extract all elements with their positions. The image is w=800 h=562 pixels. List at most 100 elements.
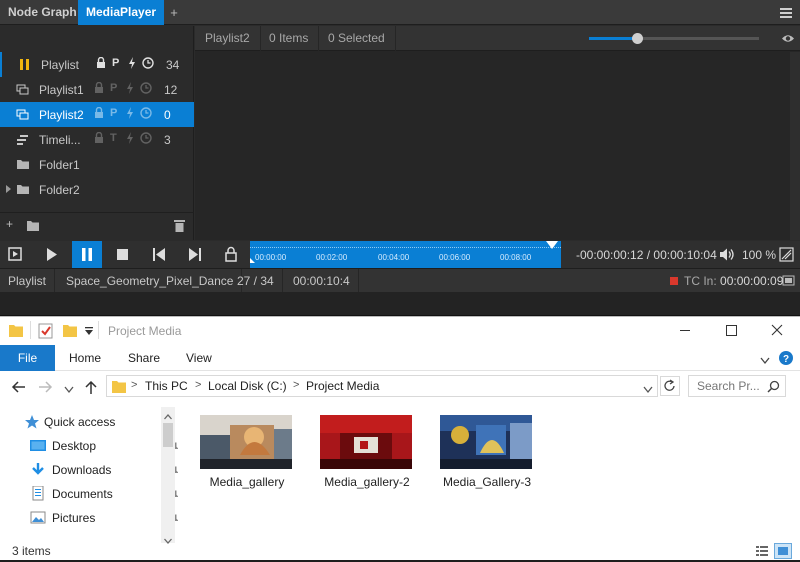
new-folder-icon[interactable] — [26, 220, 40, 235]
lock-icon[interactable] — [94, 106, 104, 122]
zoom-slider[interactable] — [589, 33, 759, 44]
tc-in-label: TC In: — [684, 274, 717, 288]
nav-scroll-thumb[interactable] — [163, 423, 173, 447]
up-arrow-icon[interactable] — [84, 379, 98, 398]
settings-icon[interactable] — [782, 274, 795, 290]
menu-icon[interactable] — [780, 8, 792, 18]
forward-arrow-icon[interactable] — [38, 380, 54, 397]
tab-file[interactable]: File — [0, 345, 55, 371]
download-icon — [30, 462, 46, 477]
scroll-down-icon[interactable] — [164, 533, 172, 547]
new-folder-icon[interactable] — [62, 323, 78, 341]
volume-level[interactable]: 100 % — [742, 248, 776, 262]
details-view-icon[interactable] — [754, 543, 770, 562]
expand-ribbon-icon[interactable] — [760, 354, 770, 368]
refresh-icon[interactable] — [660, 376, 680, 396]
back-arrow-icon[interactable] — [10, 380, 26, 397]
tab-view[interactable]: View — [186, 345, 212, 371]
file-item[interactable]: Media_gallery-2 — [310, 411, 430, 501]
t-flag[interactable]: T — [110, 132, 117, 144]
in-point-marker[interactable] — [250, 258, 255, 263]
fullscreen-icon[interactable] — [779, 247, 794, 265]
timeline-mark: 00:08:00 — [500, 253, 532, 262]
navigation-pane: Quick access Desktop Downloads Documents… — [0, 407, 179, 544]
playlist-flags: P — [94, 81, 156, 97]
search-input[interactable]: Search Pr... — [688, 375, 786, 397]
maximize-button[interactable] — [708, 317, 754, 344]
next-button[interactable] — [180, 241, 210, 268]
playlist-name: Playlist2 — [195, 26, 261, 51]
sidebar-item-playlist1[interactable]: Playlist1 P 12 — [0, 77, 194, 102]
timeline-mark: 00:06:00 — [439, 253, 471, 262]
documents-icon — [30, 485, 46, 501]
sidebar-item-timeline[interactable]: Timeli... T 3 — [0, 127, 194, 152]
bolt-icon[interactable] — [126, 82, 134, 97]
file-item[interactable]: Media_Gallery-3 — [430, 411, 550, 501]
breadcrumb-this-pc[interactable]: This PC — [145, 379, 188, 393]
quick-access-toolbar-dropdown-icon[interactable] — [84, 325, 94, 339]
search-icon[interactable] — [767, 380, 780, 396]
clock-icon[interactable] — [140, 132, 152, 147]
expand-arrow-icon[interactable] — [6, 185, 11, 193]
lock-icon[interactable] — [94, 81, 104, 97]
sidebar-item-label: Playlist2 — [39, 108, 84, 122]
large-icons-view-icon[interactable] — [774, 543, 792, 559]
p-flag[interactable]: P — [112, 57, 119, 69]
breadcrumb-chevron-icon[interactable]: > — [131, 379, 137, 391]
lock-icon[interactable] — [94, 131, 104, 147]
recent-locations-icon[interactable] — [64, 383, 74, 397]
tab-node-graph[interactable]: Node Graph — [0, 0, 85, 25]
play-from-start-button[interactable] — [0, 241, 30, 268]
sidebar-item-folder2[interactable]: Folder2 — [0, 177, 194, 202]
breadcrumb-local-disk[interactable]: Local Disk (C:) — [208, 379, 287, 393]
breadcrumb-chevron-icon[interactable]: > — [195, 379, 201, 391]
search-placeholder: Search Pr... — [697, 379, 760, 393]
clock-icon[interactable] — [140, 82, 152, 97]
nav-scrollbar[interactable] — [161, 407, 175, 544]
bolt-icon[interactable] — [128, 57, 136, 72]
properties-icon[interactable] — [38, 322, 54, 342]
lock-icon[interactable] — [216, 241, 246, 268]
tab-home[interactable]: Home — [69, 345, 101, 371]
bolt-icon[interactable] — [126, 107, 134, 122]
clock-icon[interactable] — [140, 107, 152, 122]
close-button[interactable] — [754, 317, 800, 344]
file-item[interactable]: Media_gallery — [190, 411, 310, 501]
pause-button[interactable] — [72, 241, 102, 268]
scroll-up-icon[interactable] — [164, 409, 172, 423]
sidebar-item-playlist2[interactable]: Playlist2 P 0 — [0, 102, 194, 127]
p-flag[interactable]: P — [110, 107, 117, 119]
tab-mediaplayer[interactable]: MediaPlayer — [78, 0, 165, 25]
eye-icon[interactable] — [781, 32, 795, 45]
view-toggle — [754, 543, 794, 559]
address-dropdown-icon[interactable] — [643, 383, 653, 397]
timeline-ticks — [250, 241, 561, 248]
media-player-app: Node Graph MediaPlayer + Playlist P 34 P… — [0, 0, 800, 316]
tab-share[interactable]: Share — [128, 345, 160, 371]
stop-button[interactable] — [108, 241, 138, 268]
previous-button[interactable] — [144, 241, 174, 268]
status-duration: 00:00:10:4 — [285, 269, 359, 293]
help-icon[interactable]: ? — [778, 350, 794, 369]
clock-icon[interactable] — [142, 57, 154, 72]
address-bar[interactable]: > This PC > Local Disk (C:) > Project Me… — [106, 375, 658, 397]
volume-icon[interactable] — [719, 247, 735, 265]
sidebar-item-playlist[interactable]: Playlist P 34 — [0, 52, 194, 77]
lock-icon[interactable] — [96, 56, 106, 72]
timeline-scrubber[interactable]: 00:00:00 00:02:00 00:04:00 00:06:00 00:0… — [250, 241, 561, 268]
minimize-button[interactable] — [662, 317, 708, 344]
breadcrumb-chevron-icon[interactable]: > — [293, 379, 299, 391]
add-icon[interactable]: + — [6, 217, 13, 231]
p-flag[interactable]: P — [110, 82, 117, 94]
playhead-marker[interactable] — [546, 241, 558, 249]
bolt-icon[interactable] — [126, 132, 134, 147]
sidebar-item-folder1[interactable]: Folder1 — [0, 152, 194, 177]
play-button[interactable] — [36, 241, 66, 268]
trash-icon[interactable] — [174, 219, 185, 235]
pictures-icon — [30, 510, 46, 525]
add-tab-button[interactable]: + — [166, 0, 182, 25]
zoom-slider-knob[interactable] — [631, 33, 643, 44]
vertical-scrollbar[interactable] — [790, 52, 800, 240]
breadcrumb-project-media[interactable]: Project Media — [306, 379, 379, 393]
sidebar-item-label: Folder2 — [39, 183, 80, 197]
